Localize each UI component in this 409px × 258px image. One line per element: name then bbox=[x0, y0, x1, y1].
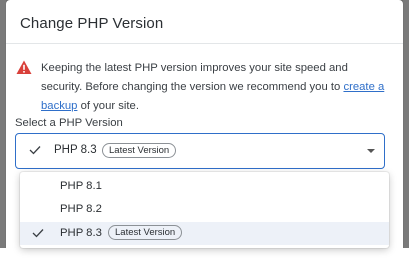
option-php-8-1[interactable]: PHP 8.1 bbox=[20, 175, 389, 198]
warning-text-before: Keeping the latest PHP version improves … bbox=[41, 62, 348, 93]
latest-version-badge: Latest Version bbox=[108, 225, 183, 240]
background-page-right bbox=[403, 0, 409, 258]
warning-text: Keeping the latest PHP version improves … bbox=[41, 59, 386, 116]
select-label: Select a PHP Version bbox=[15, 117, 123, 129]
check-icon bbox=[29, 146, 41, 155]
modal-title: Change PHP Version bbox=[20, 15, 164, 32]
option-label: PHP 8.1 bbox=[60, 180, 102, 192]
check-icon bbox=[32, 229, 44, 238]
modal-header: Change PHP Version bbox=[6, 0, 403, 44]
option-label: PHP 8.2 bbox=[60, 203, 102, 215]
option-label: PHP 8.3 bbox=[60, 227, 102, 239]
option-php-8-3[interactable]: PHP 8.3 Latest Version bbox=[20, 222, 389, 245]
warning-icon bbox=[16, 60, 32, 74]
php-version-dropdown: PHP 8.1 PHP 8.2 PHP 8.3 Latest Version bbox=[20, 172, 389, 248]
latest-version-badge: Latest Version bbox=[102, 143, 177, 158]
option-php-8-2[interactable]: PHP 8.2 bbox=[20, 198, 389, 221]
modal-footer-area bbox=[0, 248, 409, 258]
php-version-select[interactable]: PHP 8.3 Latest Version bbox=[15, 133, 385, 169]
chevron-down-icon[interactable] bbox=[367, 149, 375, 153]
selected-value: PHP 8.3 bbox=[54, 144, 97, 156]
warning-text-after: of your site. bbox=[77, 100, 139, 112]
